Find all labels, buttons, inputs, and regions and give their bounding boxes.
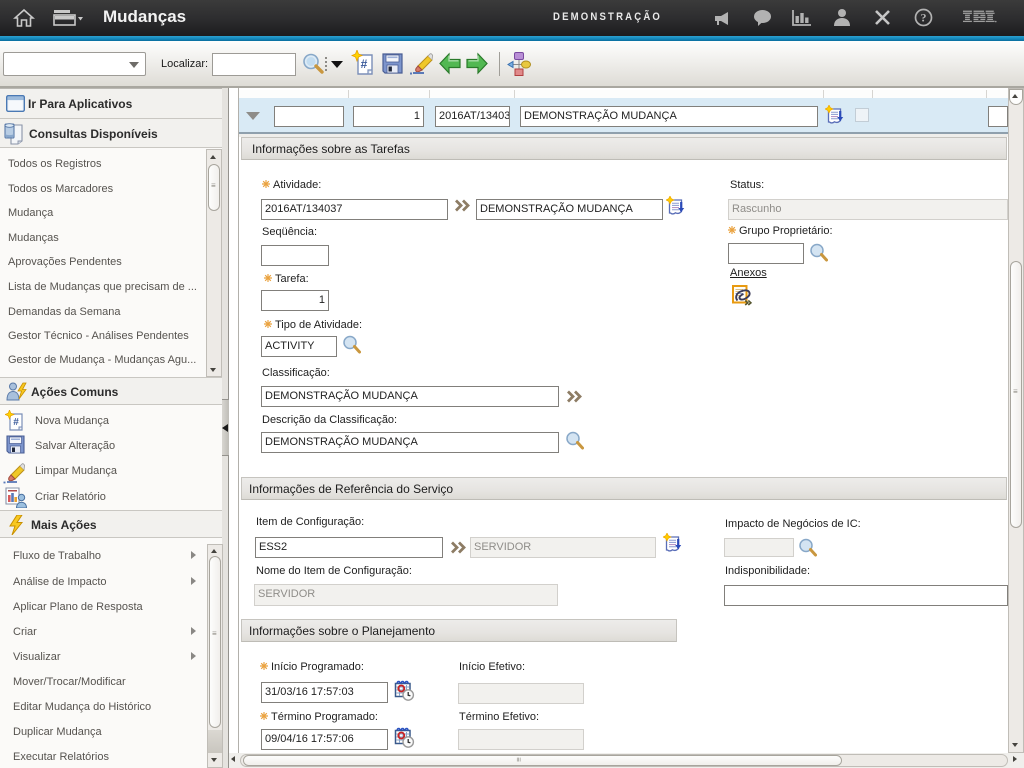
svg-text:#: # <box>361 57 368 71</box>
svg-text:?: ? <box>921 11 927 25</box>
svg-text:#: # <box>13 417 19 428</box>
